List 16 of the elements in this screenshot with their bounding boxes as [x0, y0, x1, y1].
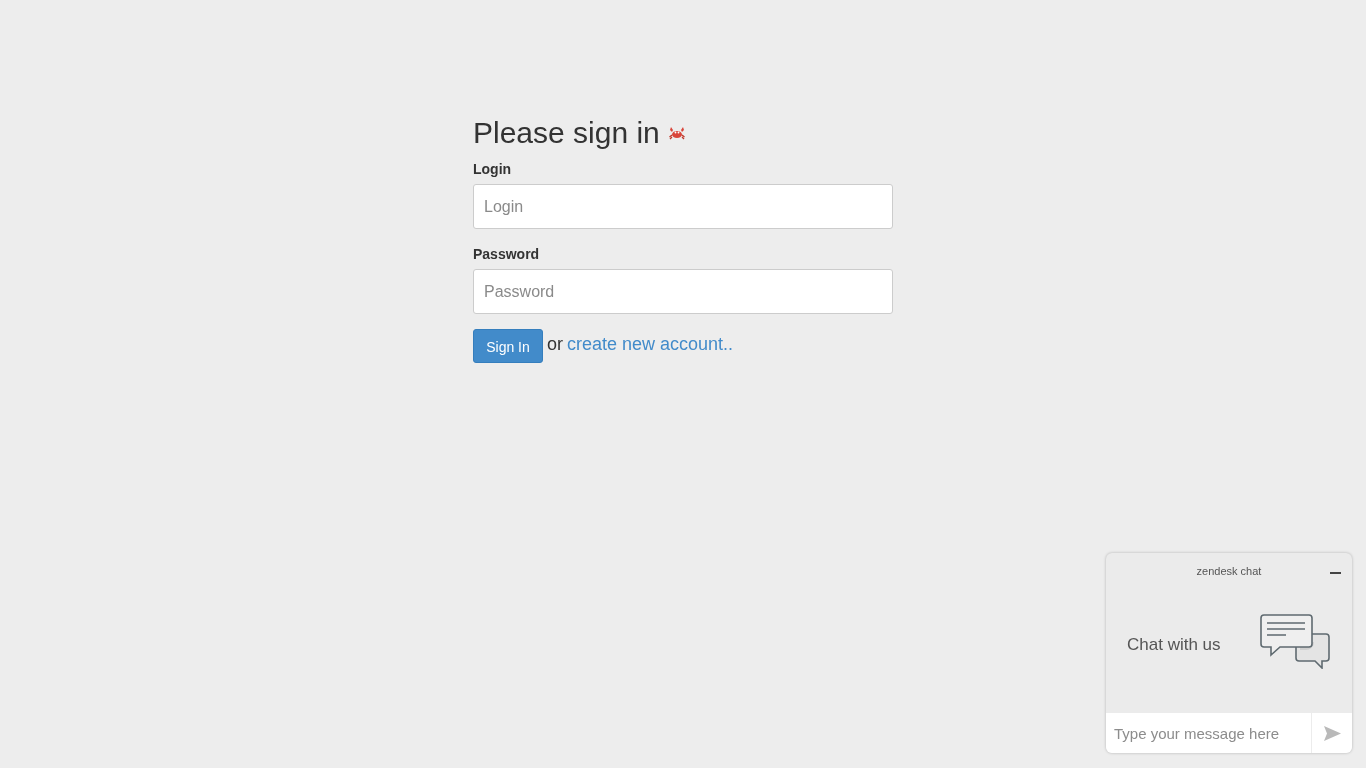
- message-input[interactable]: Type your message here: [1106, 713, 1312, 753]
- input-field[interactable]: Password: [473, 269, 893, 314]
- field-label: Login: [473, 160, 512, 179]
- page-title: Please sign in: [473, 116, 660, 149]
- input-field[interactable]: Login: [473, 184, 893, 229]
- send-icon: [1323, 725, 1341, 741]
- chat-brand: zendesk chat: [1196, 563, 1262, 579]
- chat-bubbles-icon: [1260, 614, 1330, 669]
- minimize-icon[interactable]: [1330, 572, 1341, 574]
- create-account-link[interactable]: create new account..: [567, 330, 734, 358]
- field-label: Password: [473, 245, 540, 264]
- chat-prompt: Chat with us: [1127, 634, 1221, 656]
- send-button[interactable]: [1312, 713, 1352, 753]
- or-text: or: [547, 332, 563, 356]
- crab-icon: [668, 125, 685, 140]
- sign-in-button[interactable]: Sign In: [473, 329, 543, 363]
